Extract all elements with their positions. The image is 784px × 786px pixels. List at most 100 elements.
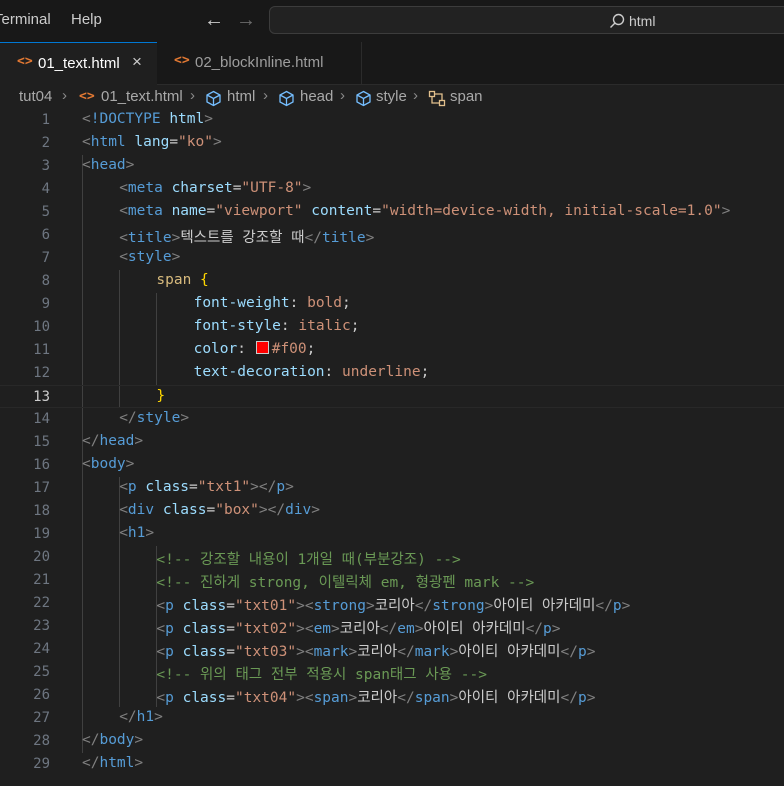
code-token: !DOCTYPE bbox=[90, 111, 170, 127]
chevron-right-icon: › bbox=[62, 87, 67, 104]
code-token: = bbox=[226, 621, 235, 637]
code-line[interactable]: 12 text-decoration: underline; bbox=[0, 362, 784, 385]
code-token: "txt04" bbox=[234, 690, 297, 706]
code-line[interactable]: 13} bbox=[0, 385, 784, 408]
code-token: < bbox=[119, 502, 128, 518]
code-line[interactable]: 1 <!DOCTYPE html> bbox=[0, 109, 784, 132]
tab-label: 01_text.html bbox=[38, 55, 120, 72]
code-token: 아이티 아카데미 bbox=[493, 598, 596, 614]
code-line[interactable]: 28 </body> bbox=[0, 730, 784, 753]
code-text: </h1> bbox=[119, 709, 163, 725]
line-number: 23 bbox=[33, 618, 50, 634]
code-line[interactable]: 24 <p class="txt03"><mark>코리아</mark>아이티 아… bbox=[0, 638, 784, 661]
code-token: class bbox=[145, 479, 190, 495]
code-token: > bbox=[586, 644, 596, 660]
code-text: font-style: italic; bbox=[194, 318, 360, 334]
code-text: font-weight: bold; bbox=[194, 295, 351, 311]
line-number: 9 bbox=[41, 296, 50, 312]
line-number: 21 bbox=[33, 572, 50, 588]
code-line[interactable]: 18 <div class="box"></div> bbox=[0, 500, 784, 523]
code-token: em bbox=[397, 621, 415, 637]
code-token: underline bbox=[342, 364, 421, 380]
breadcrumb-folder[interactable]: tut04 bbox=[19, 88, 52, 105]
code-token: </ bbox=[119, 709, 137, 725]
code-token: >< bbox=[296, 621, 314, 637]
breadcrumb-head[interactable]: head bbox=[300, 88, 333, 105]
code-token: > bbox=[302, 180, 312, 196]
code-token: p bbox=[165, 598, 183, 614]
tab-02-blockinline-html[interactable]: <> 02_blockInline.html bbox=[157, 42, 362, 85]
code-text: <head> bbox=[82, 157, 134, 173]
code-text: text-decoration: underline; bbox=[194, 364, 430, 380]
code-line[interactable]: 26 <p class="txt04"><span>코리아</span>아이티 아… bbox=[0, 684, 784, 707]
code-token: p bbox=[165, 690, 183, 706]
tab-01-text-html[interactable]: <> 01_text.html × bbox=[0, 42, 157, 85]
code-token: ; bbox=[420, 364, 430, 380]
code-line[interactable]: 16 <body> bbox=[0, 454, 784, 477]
code-line[interactable]: 2 <html lang="ko"> bbox=[0, 132, 784, 155]
code-token: : bbox=[324, 364, 343, 380]
code-line[interactable]: 15 </head> bbox=[0, 431, 784, 454]
code-token: span bbox=[313, 690, 349, 706]
code-token: < bbox=[82, 111, 91, 127]
breadcrumb-html[interactable]: html bbox=[227, 88, 255, 105]
code-text: <!-- 진하게 strong, 이텔릭체 em, 형광펜 mark --> bbox=[156, 571, 534, 592]
code-token: < bbox=[119, 203, 128, 219]
breadcrumb-style[interactable]: style bbox=[376, 88, 407, 105]
code-line[interactable]: 29 </html> bbox=[0, 753, 784, 776]
code-line[interactable]: 25 <!-- 위의 태그 전부 적용시 span태그 사용 --> bbox=[0, 661, 784, 684]
code-line[interactable]: 8 span { bbox=[0, 270, 784, 293]
color-swatch[interactable] bbox=[255, 341, 269, 354]
code-line[interactable]: 22 <p class="txt01"><strong>코리아</strong>아… bbox=[0, 592, 784, 615]
code-line[interactable]: 17 <p class="txt1"></p> bbox=[0, 477, 784, 500]
code-token: </ bbox=[397, 644, 415, 660]
code-line[interactable]: 6 <title>텍스트를 강조할 때</title> bbox=[0, 224, 784, 247]
breadcrumb-span[interactable]: span bbox=[450, 88, 483, 105]
code-text: <p class="txt01"><strong>코리아</strong>아이티… bbox=[156, 594, 630, 615]
code-token: < bbox=[156, 621, 166, 637]
code-line[interactable]: 27 </h1> bbox=[0, 707, 784, 730]
code-text: span { bbox=[156, 272, 208, 288]
code-line[interactable]: 20 <!-- 강조할 내용이 1개일 때(부분강조) --> bbox=[0, 546, 784, 569]
code-line[interactable]: 11 color: #f00; bbox=[0, 339, 784, 362]
code-token: = bbox=[226, 598, 235, 614]
breadcrumb-file[interactable]: 01_text.html bbox=[101, 88, 183, 105]
line-number: 10 bbox=[33, 319, 50, 335]
menu-help[interactable]: Help bbox=[71, 11, 102, 28]
code-text: <style> bbox=[119, 249, 180, 265]
code-text: <p class="txt02"><em>코리아</em>아이티 아카데미</p… bbox=[156, 617, 560, 638]
code-text: <p class="txt1"></p> bbox=[119, 479, 294, 495]
code-token: > bbox=[365, 230, 375, 246]
code-line[interactable]: 3 <head> bbox=[0, 155, 784, 178]
menu-terminal[interactable]: Terminal bbox=[0, 11, 51, 28]
code-token: < bbox=[82, 134, 91, 150]
code-line[interactable]: 9 font-weight: bold; bbox=[0, 293, 784, 316]
close-icon[interactable]: × bbox=[132, 52, 142, 72]
chevron-right-icon: › bbox=[413, 87, 418, 104]
code-token: meta bbox=[127, 180, 172, 196]
code-line[interactable]: 14 </style> bbox=[0, 408, 784, 431]
code-token: < bbox=[82, 456, 91, 472]
code-token: em bbox=[313, 621, 332, 637]
cube-icon bbox=[356, 90, 371, 107]
code-token: </ bbox=[82, 755, 100, 771]
forward-arrow-icon[interactable]: → bbox=[236, 9, 256, 32]
code-token: </ bbox=[82, 732, 100, 748]
code-line[interactable]: 21 <!-- 진하게 strong, 이텔릭체 em, 형광펜 mark --> bbox=[0, 569, 784, 592]
line-number: 26 bbox=[33, 687, 50, 703]
code-editor[interactable]: 1 <!DOCTYPE html> 2 <html lang="ko"> 3 <head>… bbox=[0, 109, 784, 786]
code-token: </ bbox=[595, 598, 613, 614]
code-line[interactable]: 19 <h1> bbox=[0, 523, 784, 546]
code-line[interactable]: 23 <p class="txt02"><em>코리아</em>아이티 아카데미<… bbox=[0, 615, 784, 638]
code-line[interactable]: 4 <meta charset="UTF-8"> bbox=[0, 178, 784, 201]
back-arrow-icon[interactable]: ← bbox=[204, 9, 224, 32]
code-line[interactable]: 7 <style> bbox=[0, 247, 784, 270]
code-token: "txt1" bbox=[197, 479, 251, 495]
code-line[interactable]: 10 font-style: italic; bbox=[0, 316, 784, 339]
code-token: > bbox=[145, 525, 155, 541]
code-line[interactable]: 5 <meta name="viewport" content="width=de… bbox=[0, 201, 784, 224]
command-center-search[interactable]: html bbox=[269, 6, 784, 34]
code-text: <!-- 위의 태그 전부 적용시 span태그 사용 --> bbox=[156, 663, 487, 684]
code-token: div bbox=[127, 502, 163, 518]
html-file-icon: <> bbox=[174, 53, 190, 68]
